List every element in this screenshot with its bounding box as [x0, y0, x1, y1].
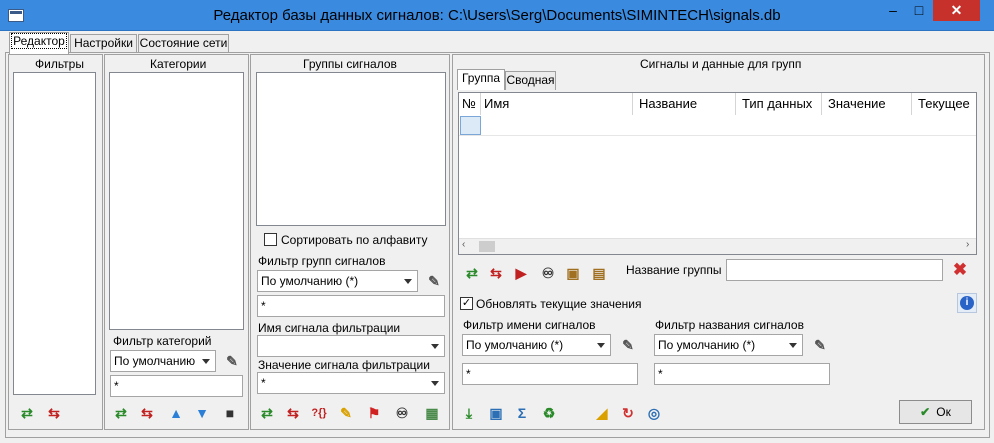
col-number[interactable]: № [459, 93, 481, 115]
info-icon: i [960, 296, 974, 310]
scroll-thumb[interactable] [479, 241, 495, 252]
filters-header: Фильтры [35, 57, 84, 71]
sigma-icon[interactable]: Σ [513, 404, 531, 422]
info-button[interactable]: i [957, 293, 977, 313]
query-icon[interactable]: ?{} [310, 404, 328, 422]
add-group-icon[interactable]: ⇄ [258, 404, 276, 422]
remove-category-icon[interactable]: ⇆ [138, 404, 156, 422]
move-down-icon[interactable]: ▼ [193, 404, 211, 422]
color-picker-icon[interactable]: ■ [221, 404, 239, 422]
add-filter-icon[interactable]: ⇄ [18, 404, 36, 422]
groups-filter-select[interactable]: По умолчанию (*) [257, 270, 418, 292]
subtab-summary[interactable]: Сводная [505, 71, 556, 90]
categories-filter-select[interactable]: По умолчанию [110, 350, 216, 372]
window-title: Редактор базы данных сигналов: C:\Users\… [213, 7, 781, 24]
pencil-icon[interactable]: ✎ [337, 404, 355, 422]
copy-icon[interactable]: ▣ [564, 264, 582, 282]
minimize-button[interactable]: – [880, 0, 906, 21]
groups-filter-label: Фильтр групп сигналов [258, 254, 386, 268]
recycle-bin-icon[interactable]: ♻ [540, 404, 558, 422]
ok-button[interactable]: ✔ Ок [899, 400, 972, 424]
name-filter-text[interactable]: * [462, 363, 638, 385]
clear-icon[interactable]: ✖ [951, 261, 969, 279]
signal-value-filter-select[interactable]: * [257, 372, 445, 394]
remove-filter-icon[interactable]: ⇆ [45, 404, 63, 422]
paste-icon[interactable]: ▤ [590, 264, 608, 282]
horizontal-scrollbar[interactable]: ‹ › [459, 238, 976, 254]
title-filter-text[interactable]: * [654, 363, 830, 385]
flag-icon[interactable]: ⚑ [365, 404, 383, 422]
ok-label: Ок [936, 405, 951, 419]
binoculars-icon[interactable]: ♾ [393, 404, 411, 422]
signals-header: Сигналы и данные для групп [640, 57, 802, 71]
edit-title-filter-icon[interactable]: ✎ [811, 336, 829, 354]
tab-editor[interactable]: Редактор [9, 32, 69, 54]
import-icon[interactable]: ⤓ [460, 404, 478, 422]
remove-group-icon[interactable]: ⇆ [284, 404, 302, 422]
col-title[interactable]: Название [633, 93, 736, 115]
save-icon[interactable]: ▣ [487, 404, 505, 422]
categories-filter-text[interactable]: * [110, 375, 243, 397]
update-values-checkbox[interactable]: ✓ [460, 297, 473, 310]
refresh-icon[interactable]: ↻ [619, 404, 637, 422]
signal-name-filter-label: Имя сигнала фильтрации [258, 321, 401, 335]
row-selector[interactable] [460, 116, 481, 135]
triangle-ruler-icon[interactable]: ◢ [593, 404, 611, 422]
groups-filter-text[interactable]: * [257, 295, 445, 317]
name-filter-label: Фильтр имени сигналов [463, 318, 596, 332]
sort-alphabetical-label: Сортировать по алфавиту [281, 233, 428, 247]
table-icon[interactable]: ▦ [423, 404, 441, 422]
title-filter-label: Фильтр названия сигналов [655, 318, 804, 332]
scroll-right-icon[interactable]: › [966, 239, 969, 250]
groups-list[interactable] [256, 72, 446, 226]
update-values-label: Обновлять текущие значения [476, 297, 642, 311]
move-up-icon[interactable]: ▲ [167, 404, 185, 422]
title-filter-select[interactable]: По умолчанию (*) [654, 334, 803, 356]
tab-network-state[interactable]: Состояние сети [138, 34, 229, 53]
signal-name-filter-select[interactable] [257, 335, 445, 357]
search-binoculars-icon[interactable]: ♾ [539, 264, 557, 282]
tab-settings[interactable]: Настройки [70, 34, 137, 53]
categories-header: Категории [150, 57, 207, 71]
remove-signal-icon[interactable]: ⇆ [487, 264, 505, 282]
add-signal-icon[interactable]: ⇄ [463, 264, 481, 282]
globe-icon[interactable]: ◎ [645, 404, 663, 422]
categories-filter-label: Фильтр категорий [113, 334, 212, 348]
maximize-button[interactable]: □ [906, 0, 932, 21]
edit-groups-filter-icon[interactable]: ✎ [425, 272, 443, 290]
check-icon: ✔ [920, 405, 931, 419]
col-name[interactable]: Имя [481, 93, 633, 115]
export-icon[interactable]: ▶ [512, 264, 530, 282]
name-filter-select[interactable]: По умолчанию (*) [462, 334, 611, 356]
edit-filter-icon[interactable]: ✎ [223, 352, 241, 370]
signal-value-filter-label: Значение сигнала фильтрации [258, 358, 430, 372]
scroll-left-icon[interactable]: ‹ [462, 239, 465, 250]
edit-name-filter-icon[interactable]: ✎ [619, 336, 637, 354]
add-category-icon[interactable]: ⇄ [112, 404, 130, 422]
col-current[interactable]: Текущее [912, 93, 976, 115]
sort-alphabetical-checkbox[interactable] [264, 233, 277, 246]
col-datatype[interactable]: Тип данных [736, 93, 822, 115]
groups-header: Группы сигналов [303, 57, 397, 71]
categories-list[interactable] [109, 72, 244, 330]
group-name-field[interactable] [726, 259, 943, 281]
col-value[interactable]: Значение [822, 93, 912, 115]
signals-grid[interactable]: № Имя Название Тип данных Значение Текущ… [458, 92, 977, 255]
filters-list[interactable] [13, 72, 96, 395]
group-name-label: Название группы [626, 263, 722, 277]
close-button[interactable]: ✕ [933, 0, 980, 21]
subtab-group[interactable]: Группа [457, 69, 505, 90]
table-row[interactable] [459, 115, 976, 136]
